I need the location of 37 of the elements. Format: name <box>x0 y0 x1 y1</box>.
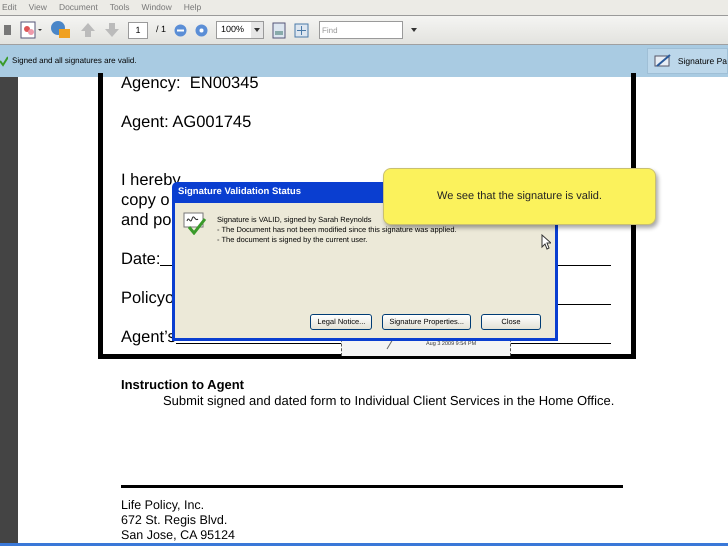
mouse-pointer-icon <box>541 234 551 250</box>
form-text: Date: <box>121 249 160 269</box>
menu-item[interactable]: Help <box>184 1 202 14</box>
caret-icon[interactable] <box>411 28 418 32</box>
fit-page-icon[interactable] <box>272 22 286 38</box>
menu-item[interactable]: Window <box>142 1 172 14</box>
zoom-in-icon[interactable] <box>195 24 208 36</box>
page-number-field[interactable]: 1 <box>128 22 148 38</box>
instruction-heading: Instruction to Agent <box>121 377 246 393</box>
footer-text: Life Policy, Inc. <box>121 498 206 513</box>
pen-icon <box>654 54 672 68</box>
form-text: Policyo <box>121 288 174 308</box>
footer-text: 672 St. Regis Blvd. <box>121 513 228 528</box>
instruction-text: Submit signed and dated form to Individual Client Services in the Home Office. <box>162 393 616 409</box>
signature-panel-button[interactable]: Signature Pa <box>646 48 728 74</box>
dialog-title: Signature Validation Status <box>178 186 301 200</box>
callout-text: We see that the signature is valid. <box>437 189 602 204</box>
form-text: Agent: AG001745 <box>121 112 252 132</box>
footer-text: San Jose, CA 95124 <box>121 528 236 543</box>
fit-width-icon[interactable] <box>294 22 310 38</box>
comment-icon[interactable] <box>50 20 72 40</box>
caret-icon <box>254 28 260 32</box>
zoom-dropdown[interactable]: 100% <box>216 21 264 39</box>
zoom-out-icon[interactable] <box>174 24 188 36</box>
menu-item[interactable]: View <box>28 1 47 14</box>
menu-item[interactable]: Document <box>58 1 98 14</box>
find-field[interactable]: Find <box>319 21 404 39</box>
menu-item[interactable]: Tools <box>110 1 130 14</box>
page-total: / 1 <box>156 23 166 36</box>
checkmark-icon <box>0 55 8 67</box>
people-icon[interactable] <box>20 21 42 39</box>
signature-valid-icon <box>183 211 207 235</box>
form-text: copy o <box>121 190 170 210</box>
form-text: and po <box>121 210 172 230</box>
signature-status-message: Signed and all signatures are valid. <box>12 55 137 67</box>
form-text: Agency: EN00345 <box>121 73 259 93</box>
menu-item[interactable]: Edit <box>2 1 17 14</box>
